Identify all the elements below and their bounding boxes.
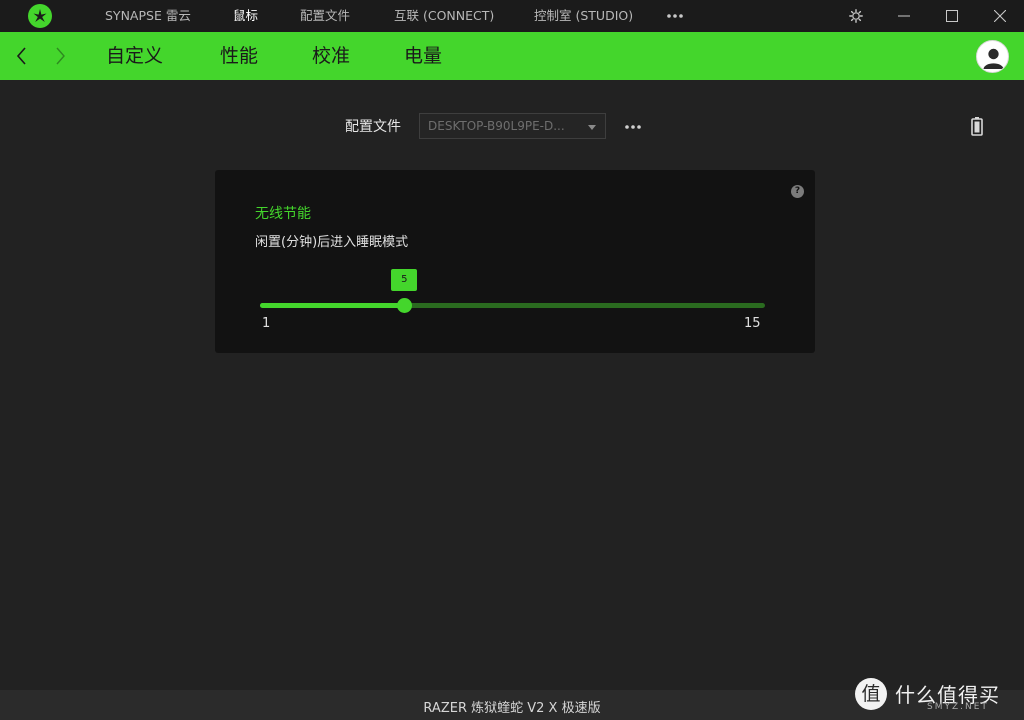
more-horizontal-icon[interactable] xyxy=(622,119,644,135)
watermark: 值 什么值得买 SMYZ.NET xyxy=(855,676,1015,716)
wireless-power-card: ? 无线节能 闲置(分钟)后进入睡眠模式 5 1 15 xyxy=(215,170,815,353)
sleep-slider-thumb[interactable] xyxy=(397,298,413,313)
user-avatar-icon[interactable] xyxy=(976,40,1009,73)
maximize-button[interactable] xyxy=(928,0,976,32)
settings-button[interactable] xyxy=(832,0,880,32)
profile-label: 配置文件 xyxy=(345,119,401,135)
close-icon xyxy=(994,10,1006,22)
battery-icon[interactable] xyxy=(969,116,985,136)
sleep-slider-track[interactable] xyxy=(260,303,765,308)
tab-power[interactable]: 电量 xyxy=(404,32,442,80)
card-title: 无线节能 xyxy=(255,206,311,222)
slider-min-label: 1 xyxy=(262,316,271,331)
help-icon[interactable]: ? xyxy=(791,185,804,198)
profile-dropdown[interactable]: DESKTOP-B90L9PE-D... xyxy=(419,113,606,139)
nav-studio[interactable]: 控制室 (STUDIO) xyxy=(534,0,633,32)
chevron-down-icon xyxy=(588,125,596,130)
nav-profiles[interactable]: 配置文件 xyxy=(300,0,350,32)
close-button[interactable] xyxy=(976,0,1024,32)
nav-synapse[interactable]: SYNAPSE 雷云 xyxy=(105,0,191,32)
sub-header: 自定义 性能 校准 电量 xyxy=(0,32,1024,80)
more-horizontal-icon[interactable] xyxy=(664,8,686,24)
sleep-slider-fill xyxy=(260,303,405,308)
tab-calibration[interactable]: 校准 xyxy=(312,32,350,80)
razer-logo-icon[interactable] xyxy=(28,4,52,28)
chevron-right-icon[interactable] xyxy=(50,44,70,68)
minimize-button[interactable] xyxy=(880,0,928,32)
profile-dropdown-value: DESKTOP-B90L9PE-D... xyxy=(428,119,565,133)
tab-customize[interactable]: 自定义 xyxy=(106,32,163,80)
watermark-logo: 值 xyxy=(855,678,887,710)
tab-performance[interactable]: 性能 xyxy=(220,32,258,80)
watermark-subtext: SMYZ.NET xyxy=(927,702,989,712)
settings-icon xyxy=(849,9,863,23)
slider-value-bubble: 5 xyxy=(391,269,418,291)
chevron-left-icon[interactable] xyxy=(12,44,32,68)
maximize-icon xyxy=(946,10,958,22)
minimize-icon xyxy=(898,15,910,17)
card-description: 闲置(分钟)后进入睡眠模式 xyxy=(255,235,409,250)
title-bar: SYNAPSE 雷云 鼠标 配置文件 互联 (CONNECT) 控制室 (STU… xyxy=(0,0,1024,32)
nav-mouse[interactable]: 鼠标 xyxy=(233,0,258,32)
nav-connect[interactable]: 互联 (CONNECT) xyxy=(394,0,494,32)
slider-max-label: 15 xyxy=(744,316,761,331)
